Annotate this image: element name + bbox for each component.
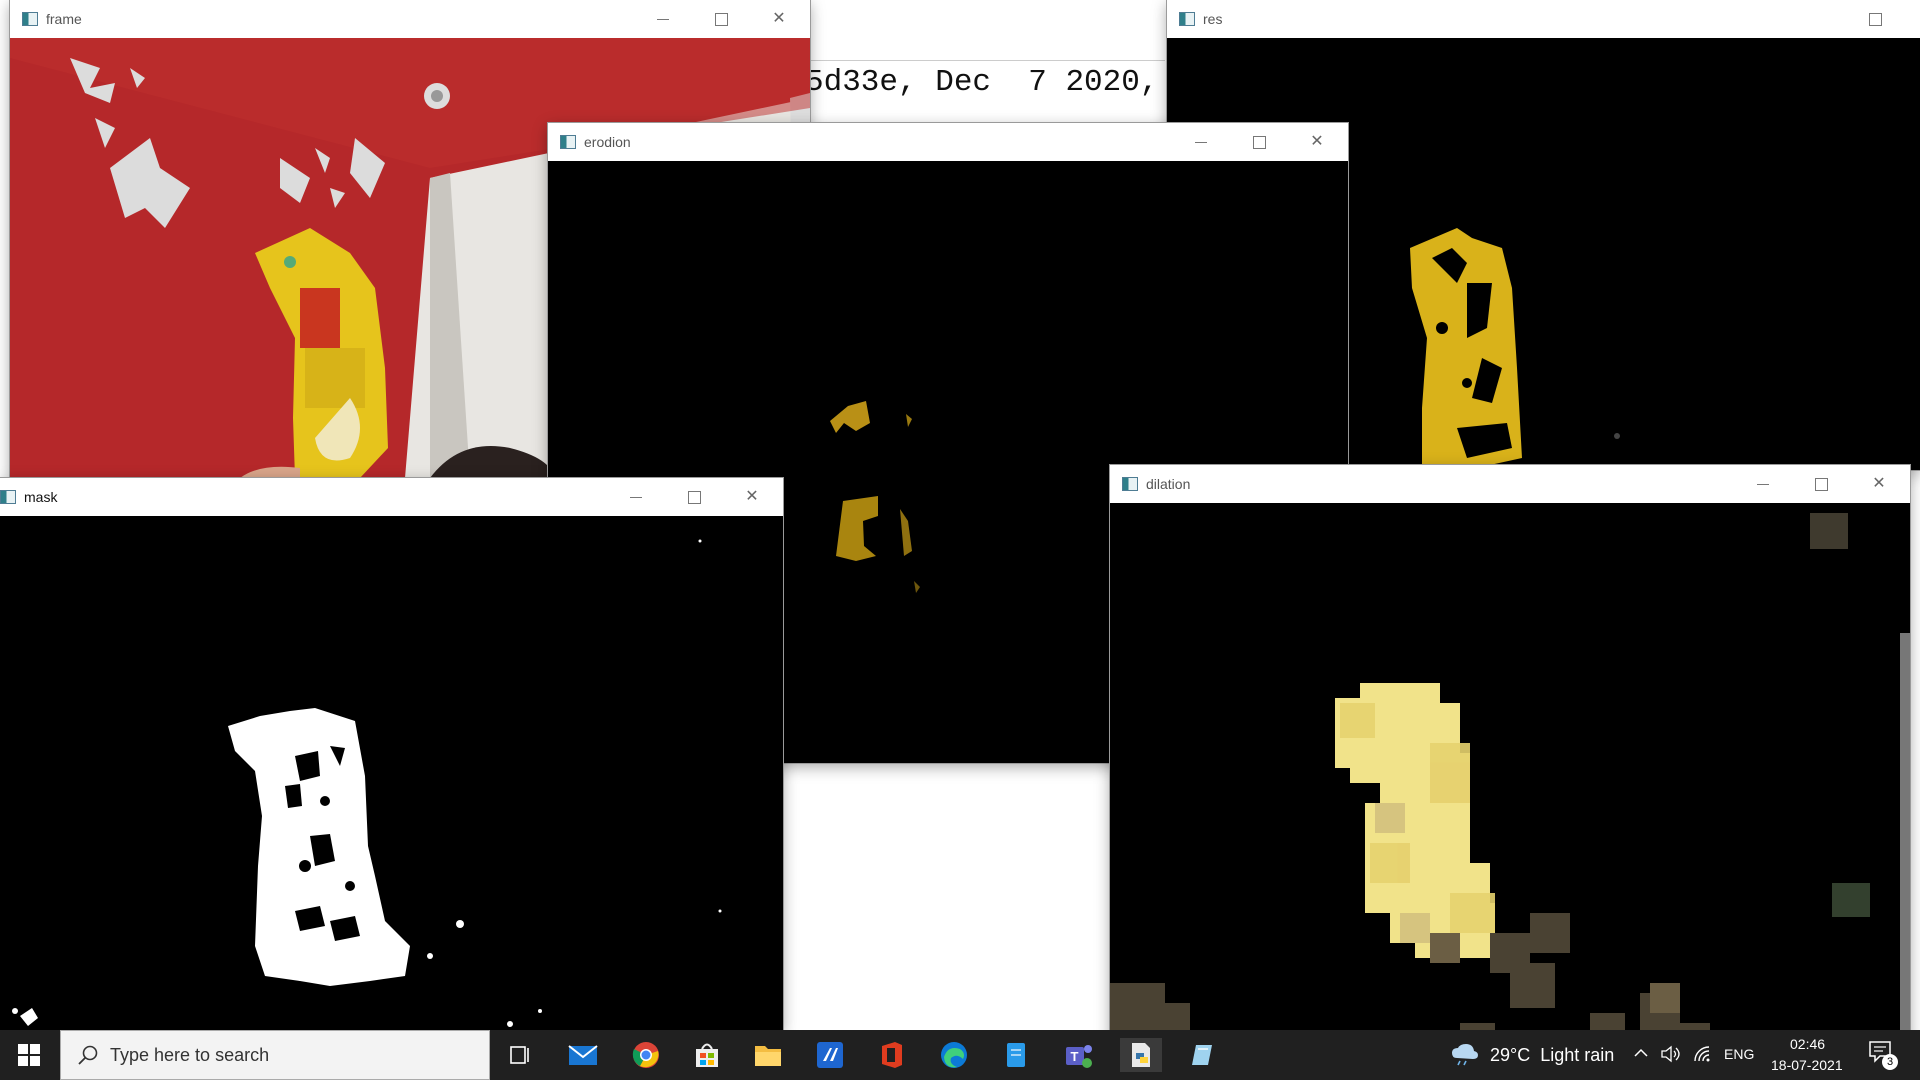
notification-badge: 3 [1882, 1054, 1898, 1070]
chrome-app[interactable] [629, 1038, 663, 1072]
window-title: dilation [1146, 476, 1191, 492]
task-view-button[interactable] [503, 1038, 537, 1072]
language-indicator[interactable]: ENG [1724, 1046, 1754, 1062]
search-icon [78, 1045, 98, 1065]
app-icon [1179, 12, 1195, 26]
chrome-icon [632, 1042, 659, 1068]
search-box[interactable]: Type here to search [60, 1030, 490, 1080]
folder-icon [755, 1046, 781, 1066]
start-button[interactable] [12, 1038, 46, 1072]
maximize-button[interactable] [1792, 465, 1850, 503]
teams-icon: T [1066, 1045, 1092, 1068]
window-title: mask [24, 489, 58, 505]
notepad-alt-app[interactable] [1186, 1038, 1220, 1072]
title-bar[interactable]: res [1167, 0, 1920, 38]
maximize-button[interactable] [692, 0, 750, 38]
maximize-button[interactable] [1846, 0, 1904, 38]
console-text: 5d33e, Dec 7 2020, [805, 65, 1159, 100]
office-icon [882, 1042, 902, 1068]
code-editor-icon [817, 1042, 843, 1068]
title-bar[interactable]: mask [0, 478, 783, 516]
mask-view [0, 516, 783, 1030]
title-bar[interactable]: frame [10, 0, 810, 38]
speaker-icon[interactable] [1660, 1045, 1682, 1063]
svg-text:T: T [1071, 1049, 1079, 1064]
notepad-icon [1007, 1043, 1025, 1067]
title-bar[interactable]: erodion [548, 123, 1348, 161]
mask-window[interactable]: mask [0, 478, 783, 1030]
window-title: res [1203, 11, 1223, 27]
window-title: erodion [584, 134, 631, 150]
maximize-button[interactable] [1230, 123, 1288, 161]
office-app[interactable] [875, 1038, 909, 1072]
background-console-window: 5d33e, Dec 7 2020, [805, 60, 1165, 121]
mail-app[interactable] [566, 1038, 600, 1072]
window-title: frame [46, 11, 82, 27]
taskbar: Type here to search T 29°C Light rain EN… [0, 1030, 1920, 1080]
edge-icon [941, 1042, 967, 1068]
windows-logo-icon [18, 1044, 40, 1066]
task-view-icon [510, 1046, 529, 1064]
clock-time[interactable]: 02:46 [1790, 1036, 1825, 1052]
minimize-button[interactable] [634, 0, 692, 38]
title-bar[interactable]: dilation [1110, 465, 1910, 503]
app-icon [560, 135, 576, 149]
file-explorer-app[interactable] [751, 1038, 785, 1072]
weather-text[interactable]: 29°C Light rain [1490, 1045, 1614, 1066]
mask-image [0, 516, 783, 1030]
wifi-icon[interactable] [1693, 1045, 1713, 1063]
vscode-app[interactable] [813, 1038, 847, 1072]
edge-app[interactable] [937, 1038, 971, 1072]
search-placeholder: Type here to search [110, 1045, 270, 1065]
mail-icon [568, 1045, 598, 1065]
close-button[interactable] [1288, 123, 1346, 161]
python-file-icon [1132, 1043, 1150, 1067]
app-icon [0, 490, 16, 504]
dilation-window[interactable]: dilation [1110, 465, 1910, 1080]
maximize-button[interactable] [665, 478, 723, 516]
chevron-up-icon[interactable] [1634, 1048, 1648, 1058]
notification-button[interactable]: 3 [1868, 1040, 1900, 1072]
dilation-view [1110, 503, 1910, 1080]
close-button[interactable] [723, 478, 781, 516]
app-icon [22, 12, 38, 26]
notepad-app[interactable] [999, 1038, 1033, 1072]
document-icon [1192, 1045, 1212, 1065]
close-button[interactable] [750, 0, 808, 38]
clock-date[interactable]: 18-07-2021 [1771, 1057, 1843, 1073]
minimize-button[interactable] [607, 478, 665, 516]
app-icon [1122, 477, 1138, 491]
teams-app[interactable]: T [1062, 1038, 1096, 1072]
close-button[interactable] [1850, 465, 1908, 503]
dilation-image [1110, 503, 1910, 1080]
store-app[interactable] [690, 1038, 724, 1072]
store-icon [696, 1043, 718, 1067]
minimize-button[interactable] [1734, 465, 1792, 503]
cloud-rain-icon [1452, 1044, 1478, 1066]
python-app[interactable] [1120, 1038, 1162, 1072]
minimize-button[interactable] [1172, 123, 1230, 161]
